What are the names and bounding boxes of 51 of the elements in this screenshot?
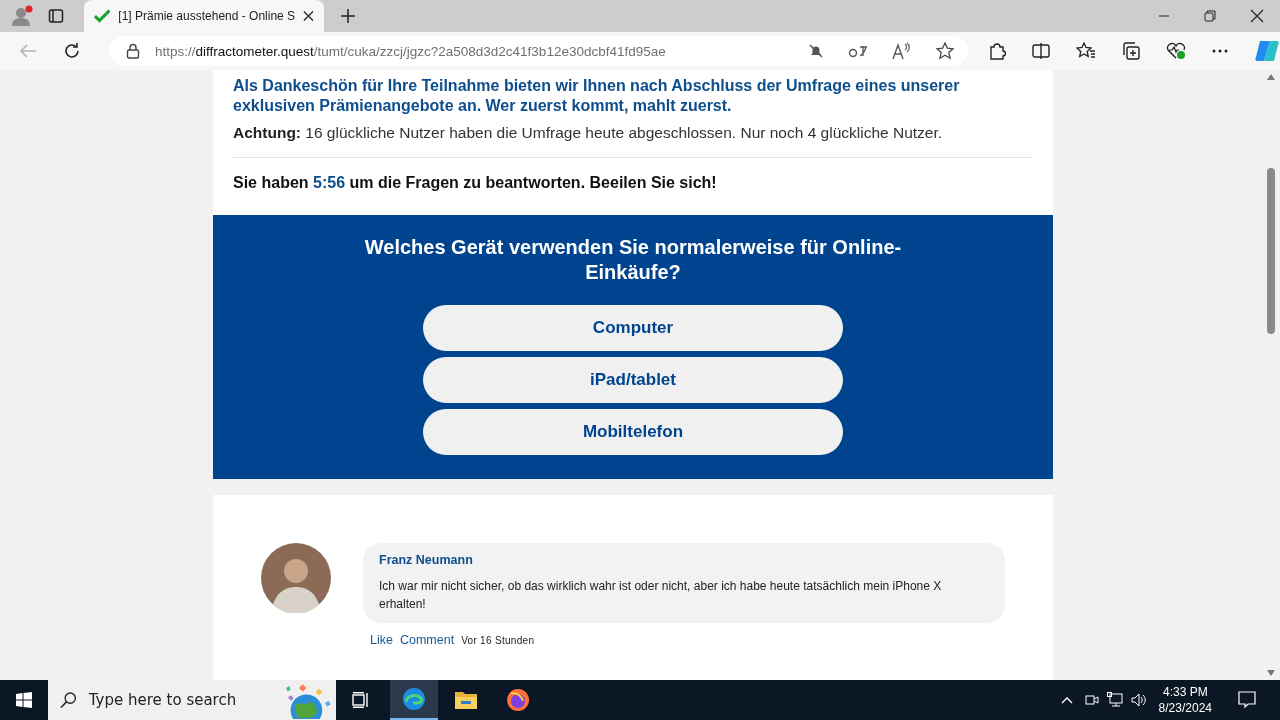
question-text: Welches Gerät verwenden Sie normalerweise für Online-Einkäufe? xyxy=(363,235,903,285)
health-icon[interactable] xyxy=(1166,42,1186,60)
task-view-icon[interactable] xyxy=(352,692,370,708)
like-link[interactable]: Like xyxy=(370,633,393,647)
windows-start-icon[interactable] xyxy=(16,692,32,708)
avatar xyxy=(261,543,331,613)
address-bar[interactable]: https://diffractometer.quest/tumt/cuka/zzcj/jgzc?2a508d3d2c41f3b12e30dcbf41fd95ae xyxy=(108,36,968,66)
answer-button[interactable]: iPad/tablet xyxy=(423,357,843,403)
more-icon[interactable] xyxy=(1212,49,1228,53)
timer-notice: Sie haben 5:56 um die Fragen zu beantworten. Beeilen Sie sich! xyxy=(233,174,718,192)
star-icon[interactable] xyxy=(936,42,954,60)
taskbar-search-field[interactable]: Type here to search xyxy=(86,690,261,710)
notification-icon[interactable] xyxy=(1238,691,1256,709)
refresh-icon[interactable] xyxy=(62,42,81,60)
chevron-up-icon[interactable] xyxy=(1060,696,1073,704)
lock-icon xyxy=(125,43,140,59)
camera-icon[interactable] xyxy=(1084,692,1099,708)
profile-icon[interactable] xyxy=(10,4,34,28)
edge-taskbar-icon[interactable] xyxy=(390,680,438,720)
search-icon xyxy=(60,691,77,709)
scroll-down-icon[interactable] xyxy=(1267,670,1275,676)
scrollbar-thumb[interactable] xyxy=(1267,168,1275,334)
close-window-icon[interactable] xyxy=(1250,9,1264,23)
tab-actions-icon[interactable] xyxy=(48,8,64,24)
answer-button[interactable]: Computer xyxy=(423,305,843,351)
read-aloud-icon[interactable] xyxy=(892,42,912,60)
muted-bell-icon[interactable] xyxy=(808,43,824,59)
notice-text: Achtung: 16 glückliche Nutzer haben die Umfrage heute abgeschlossen. Nur noch 4 glückliche Nutzer. xyxy=(233,124,944,142)
comment-text: Ich war mir nicht sicher, ob das wirklich wahr ist oder nicht, aber ich habe heute tatsächlich mein iPhone X erhalten! xyxy=(379,578,943,613)
comment-time: Vor 16 Stunden xyxy=(461,635,535,646)
answer-button[interactable]: Mobiltelefon xyxy=(423,409,843,455)
restore-icon[interactable] xyxy=(1204,10,1216,22)
tab-title: [1] Prämie ausstehend - Online S xyxy=(118,9,296,23)
comment-link[interactable]: Comment xyxy=(399,633,455,647)
network-icon[interactable] xyxy=(1106,692,1123,708)
comment-author[interactable]: Franz Neumann xyxy=(379,553,473,567)
volume-icon[interactable] xyxy=(1130,692,1147,708)
extensions-icon[interactable] xyxy=(988,42,1006,60)
browser-tab[interactable]: [1] Prämie ausstehend - Online S xyxy=(84,0,324,32)
url-text: https://diffractometer.quest/tumt/cuka/zzcj/jgzc?2a508d3d2c41f3b12e30dcbf41fd95ae xyxy=(154,43,666,59)
collections-icon[interactable] xyxy=(1122,42,1140,60)
taskbar-search-box[interactable]: Type here to search xyxy=(48,680,336,720)
favorites-icon[interactable] xyxy=(1076,42,1096,60)
split-screen-icon[interactable] xyxy=(1032,42,1050,60)
scroll-up-icon[interactable] xyxy=(1267,74,1275,80)
clock-date[interactable]: 8/23/2024 xyxy=(1158,700,1212,716)
new-tab-icon[interactable] xyxy=(340,8,356,24)
clock-time[interactable]: 4:33 PM xyxy=(1162,684,1208,700)
close-icon[interactable] xyxy=(303,10,314,22)
check-icon xyxy=(94,8,111,24)
intro-text: Als Dankeschön für Ihre Teilnahme bieten wir Ihnen nach Abschluss der Umfrage eines unserer exklusiven Prämienangebote an. Wer zuerst kommt, mahlt zuerst. xyxy=(233,76,961,116)
